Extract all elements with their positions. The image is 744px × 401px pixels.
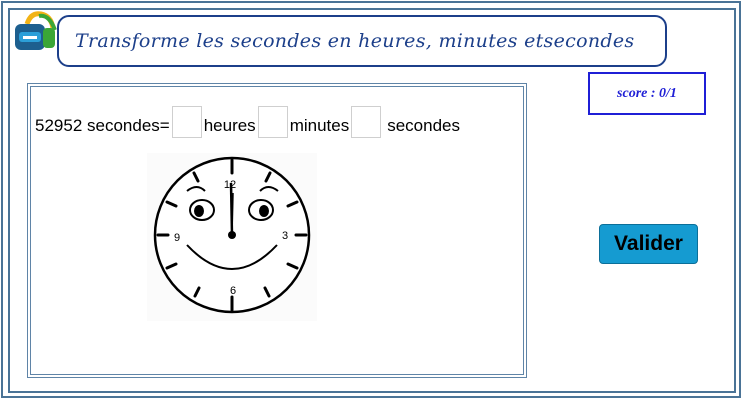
backpack-icon <box>15 11 57 50</box>
minutes-unit-label: minutes <box>289 116 350 135</box>
score-label: score : 0/1 <box>617 85 677 101</box>
seconds-unit-label: secondes <box>387 116 460 135</box>
page-title: Transforme les secondes en heures, minut… <box>75 30 635 52</box>
clock-label-9: 9 <box>174 232 180 244</box>
hours-input[interactable] <box>171 106 202 138</box>
minutes-input[interactable] <box>257 106 288 138</box>
clock-label-6: 6 <box>230 285 236 297</box>
hours-unit-label: heures <box>203 116 256 135</box>
validate-button[interactable]: Valider <box>599 224 698 264</box>
seconds-input[interactable] <box>351 106 382 138</box>
smiling-clock-icon: 12 3 6 9 <box>147 153 317 321</box>
question-prefix: 52952 secondes= <box>35 116 170 135</box>
question-row: 52952 secondes= heures minutes secondes <box>35 106 460 138</box>
score-box: score : 0/1 <box>588 72 706 115</box>
title-banner: Transforme les secondes en heures, minut… <box>57 15 667 67</box>
clock-label-3: 3 <box>282 230 288 242</box>
